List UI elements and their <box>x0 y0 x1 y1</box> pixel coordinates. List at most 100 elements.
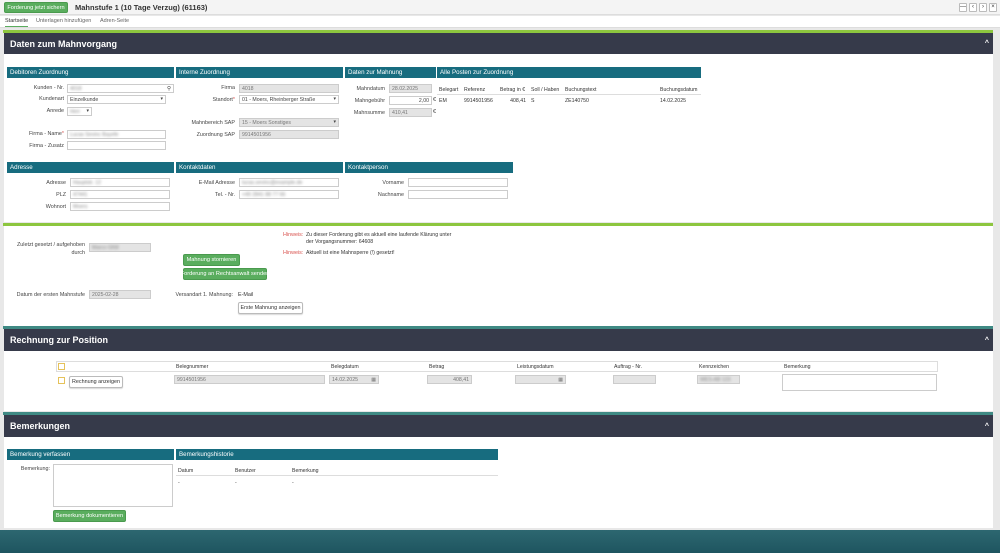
document-remark-button[interactable]: Bemerkung dokumentieren <box>53 510 126 522</box>
col-header: Auftrag - Nr. <box>614 364 642 370</box>
close-icon[interactable]: × <box>989 3 997 12</box>
col-header: Bemerkung <box>290 466 498 476</box>
prev-icon[interactable]: ‹ <box>969 3 977 12</box>
col-header: Referenz <box>462 85 498 95</box>
firma-name-input[interactable]: Lucas Sevinc Bayefe <box>67 130 166 139</box>
versand-label: Versandart 1. Mahnung: <box>175 292 233 298</box>
table-cell: 14.02.2025 <box>660 98 686 104</box>
show-invoice-button[interactable]: Rechnung anzeigen <box>69 376 123 388</box>
leistungsdatum-input: ▦ <box>515 375 566 384</box>
table-cell: - <box>235 479 237 486</box>
section-title: Daten zum Mahnvorgang <box>10 38 118 49</box>
nachname-label: Nachname <box>377 192 404 198</box>
tel-input[interactable]: +49 2841 88 77 66 <box>239 190 339 199</box>
search-icon[interactable]: ⚲ <box>167 86 171 92</box>
col-header: Leistungsdatum <box>517 364 554 370</box>
kunden-nr-input[interactable]: 4018 ⚲ <box>67 84 174 93</box>
zuordnung-label: Zuordnung SAP <box>196 132 235 138</box>
section-header-rechnung[interactable]: Rechnung zur Position ^ <box>4 329 993 351</box>
col-header: Belegart <box>437 85 462 95</box>
send-to-lawyer-button[interactable]: Forderung an Rechtsanwalt senden <box>181 268 269 280</box>
plz-label: PLZ <box>56 192 66 198</box>
window-title: Mahnstufe 1 (10 Tage Verzug) (61163) <box>75 3 208 12</box>
bemerkung-textarea[interactable] <box>782 374 937 391</box>
section-header-bemerkungen[interactable]: Bemerkungen ^ <box>4 415 993 437</box>
tab-adren[interactable]: Adren-Seite <box>100 18 129 24</box>
nachname-input[interactable] <box>408 190 508 199</box>
belegnummer-input: 9914501956 <box>174 375 325 384</box>
next-icon[interactable]: › <box>979 3 987 12</box>
tab-startseite[interactable]: Startseite <box>5 18 29 27</box>
person-header: Kontaktperson <box>345 162 513 173</box>
auftrag-input <box>613 375 656 384</box>
anrede-label: Anrede <box>46 108 64 114</box>
cancel-dunning-button[interactable]: Mahnung stornieren <box>183 254 240 266</box>
firma-zusatz-input[interactable] <box>67 141 166 150</box>
col-header: Betrag <box>429 364 445 370</box>
mahnsumme-label: Mahnsumme <box>353 110 385 116</box>
mahnbereich-label: Mahnbereich SAP <box>191 120 235 126</box>
collapse-icon[interactable]: ^ <box>985 337 989 344</box>
zuletzt-label: Zuletzt gesetzt / aufgehoben durch <box>16 242 85 256</box>
save-claim-button[interactable]: Forderung jetzt sichern <box>4 2 68 13</box>
adresse-input[interactable]: Hauptstr. 12 <box>70 178 170 187</box>
zuordnung-input: 9914501956 <box>239 130 339 139</box>
tab-bar <box>0 16 1000 28</box>
mahnung-header: Daten zur Mahnung <box>345 67 436 78</box>
section-header-mahnvorgang[interactable]: Daten zum Mahnvorgang ^ <box>4 33 993 54</box>
table-cell: 408,41 <box>510 98 526 104</box>
col-header: Datum <box>176 466 233 476</box>
mahndatum-label: Mahndatum <box>356 86 385 92</box>
minimize-icon[interactable]: — <box>959 3 967 12</box>
versand-value: E-Mail <box>238 292 254 298</box>
historie-header: Bemerkungshistorie <box>176 449 498 460</box>
col-header: Bemerkung <box>784 364 811 370</box>
wohnort-input[interactable]: Moers <box>70 202 170 211</box>
datum-label: Datum der ersten Mahnstufe <box>16 292 85 298</box>
kennzeichen-input: WES-AB 123 <box>697 375 740 384</box>
firma-input: 4018 <box>239 84 339 93</box>
intern-header: Interne Zuordnung <box>176 67 343 78</box>
email-input[interactable]: lucas.sevinc@example.de <box>239 178 339 187</box>
col-header: Benutzer <box>233 466 290 476</box>
bemerkung-input[interactable] <box>53 464 173 507</box>
wohnort-label: Wohnort <box>45 204 66 210</box>
kontakt-header: Kontaktdaten <box>176 162 343 173</box>
mahnbereich-select: 15 - Moers Sonstiges <box>239 118 339 127</box>
show-first-dunning-button[interactable]: Erste Mahnung anzeigen <box>238 302 303 314</box>
verfassen-header: Bemerkung verfassen <box>7 449 174 460</box>
plz-input[interactable]: 47441 <box>70 190 170 199</box>
tab-unterlagen[interactable]: Unterlagen hinzufügen <box>36 18 91 24</box>
hinweis-text-2: Aktuell ist eine Mahnsperre (!) gesetzt! <box>306 250 395 256</box>
col-header: Buchungsdatum <box>658 85 701 95</box>
firma-label: Firma <box>221 85 235 91</box>
mahngebuehr-label: Mahngebühr <box>354 98 385 104</box>
debitoren-header: Debitoren Zuordnung <box>7 67 174 78</box>
adresse-label: Adresse <box>46 180 66 186</box>
bemerkung-label: Bemerkung: <box>20 466 50 472</box>
anrede-select[interactable]: Herr <box>67 107 92 116</box>
standort-select[interactable]: 01 - Moers, Rheinberger Straße <box>239 95 339 104</box>
col-header: Belegdatum <box>331 364 359 370</box>
calendar-icon: ▦ <box>558 376 563 383</box>
collapse-icon[interactable]: ^ <box>985 40 989 47</box>
section-title: Bemerkungen <box>10 421 71 431</box>
belegdatum-input: 14.02.2025 ▦ <box>329 375 379 384</box>
collapse-icon[interactable]: ^ <box>985 423 989 430</box>
kundenart-select[interactable]: Einzelkunde <box>67 95 166 104</box>
calendar-icon: ▦ <box>371 376 376 383</box>
row-checkbox[interactable] <box>58 377 65 384</box>
page-footer <box>0 530 1000 553</box>
col-header: Kennzeichen <box>699 364 729 370</box>
mahngebuehr-input[interactable]: 2,00 <box>389 96 432 105</box>
table-cell: S <box>531 98 535 104</box>
hinweis-label: Hinweis: <box>283 232 304 238</box>
mahndatum-input: 28.02.2025 <box>389 84 432 93</box>
vorname-input[interactable] <box>408 178 508 187</box>
table-cell: 9914501956 <box>464 98 493 104</box>
table-cell: - <box>292 479 294 486</box>
select-all-checkbox[interactable] <box>58 363 65 370</box>
table-cell: - <box>178 479 180 486</box>
hinweis-text-1: Zu dieser Forderung gibt es aktuell eine… <box>306 232 452 245</box>
col-header: Soll / Haben <box>529 85 563 95</box>
